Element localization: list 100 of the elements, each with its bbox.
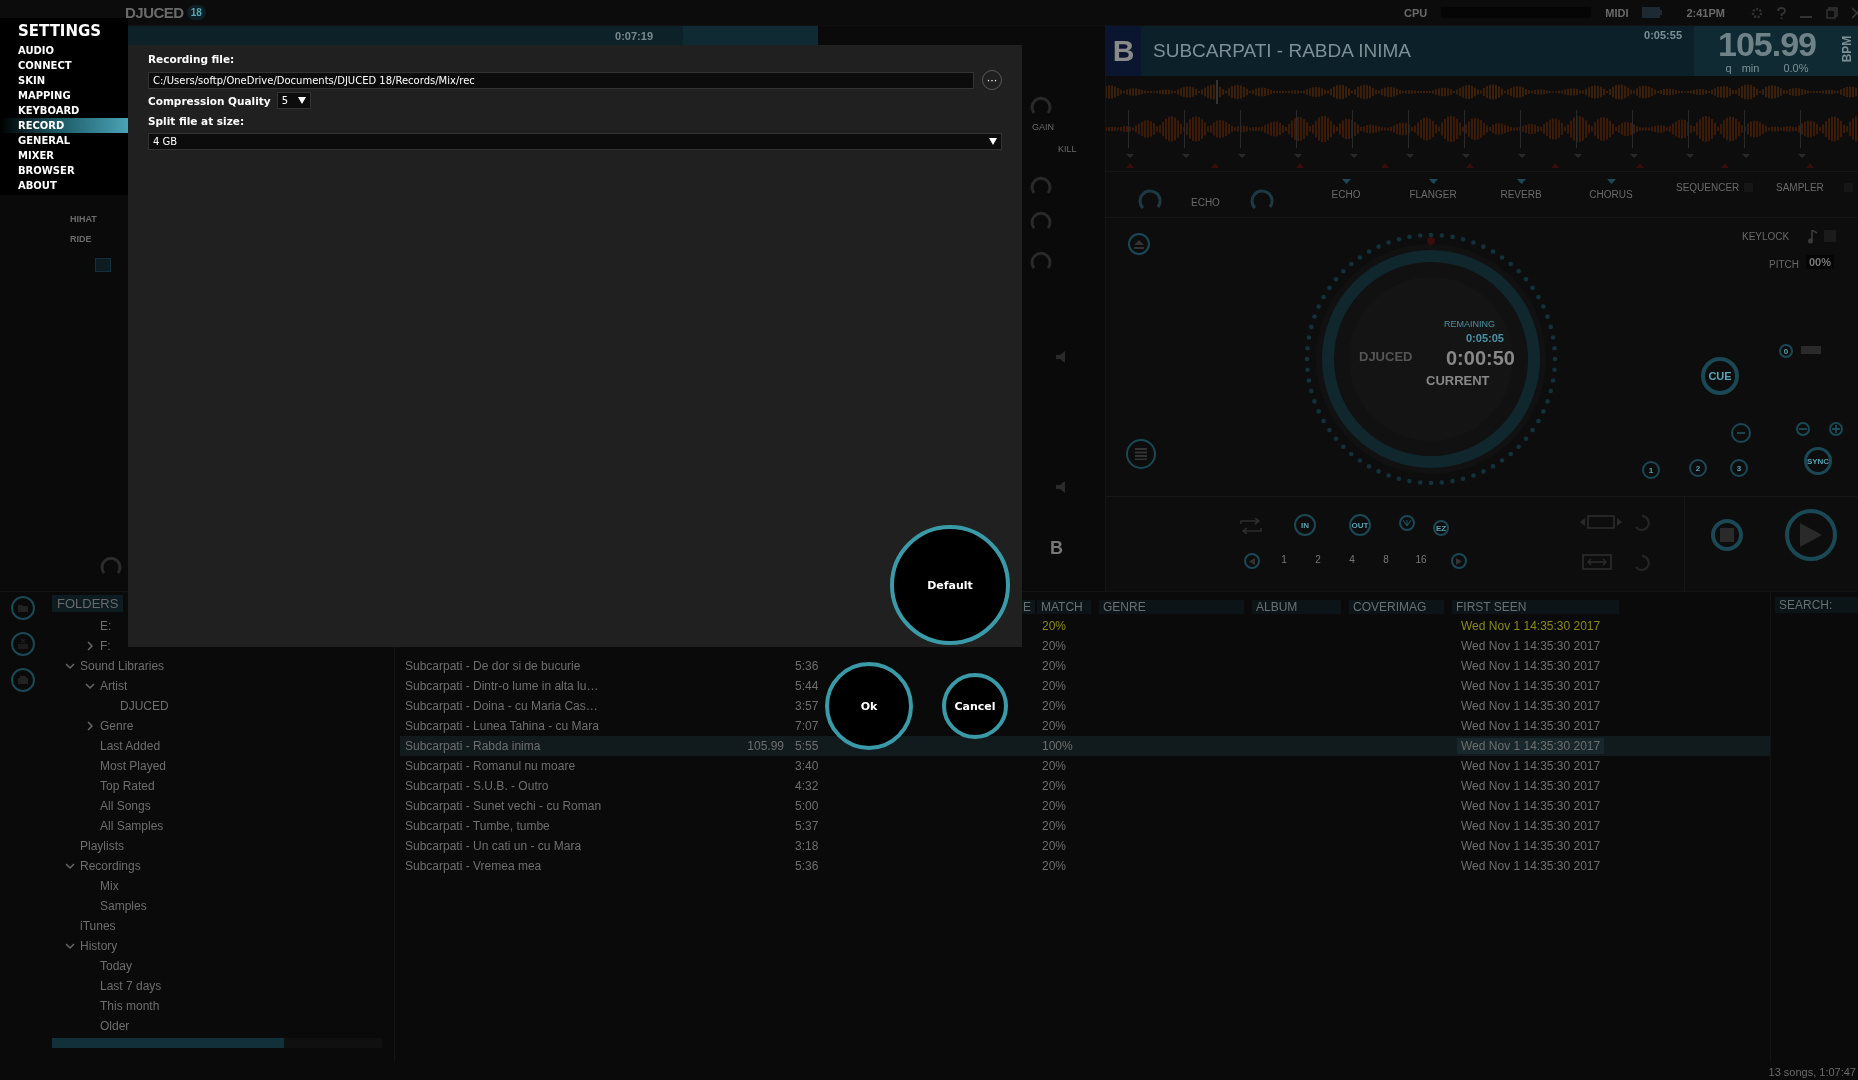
chevron-down-icon[interactable] bbox=[65, 661, 75, 671]
dropdown-arrow-icon[interactable] bbox=[1342, 179, 1351, 184]
stop-button[interactable] bbox=[1711, 519, 1743, 551]
tree-item[interactable]: E: bbox=[100, 619, 112, 633]
column-header[interactable]: MATCH bbox=[1037, 600, 1091, 614]
rotate-icon[interactable] bbox=[1632, 553, 1652, 573]
pad-label[interactable]: HIHAT bbox=[70, 214, 97, 224]
tree-item[interactable]: Recordings bbox=[80, 859, 141, 873]
waveform-detail[interactable] bbox=[1106, 108, 1858, 150]
loop-roll-button[interactable] bbox=[1399, 515, 1415, 531]
remove-button[interactable] bbox=[10, 632, 35, 656]
tree-item[interactable]: Mix bbox=[100, 879, 119, 893]
restore-icon[interactable] bbox=[1826, 6, 1838, 19]
tree-item[interactable]: F: bbox=[100, 639, 111, 653]
menu-item[interactable]: RECORD bbox=[0, 118, 128, 133]
tree-item[interactable]: Most Played bbox=[100, 759, 167, 773]
pad-label[interactable]: RIDE bbox=[70, 234, 92, 244]
tree-item[interactable]: This month bbox=[100, 999, 160, 1013]
tree-item[interactable]: History bbox=[80, 939, 118, 953]
date-cell[interactable]: Wed Nov 1 14:35:30 2017 bbox=[1457, 618, 1605, 634]
next-button[interactable] bbox=[1451, 553, 1467, 569]
minus-button[interactable] bbox=[1731, 423, 1751, 443]
ok-button[interactable]: Ok bbox=[825, 662, 913, 750]
menu-item[interactable]: CONNECT bbox=[0, 58, 128, 73]
menu-item[interactable]: MIXER bbox=[0, 148, 128, 163]
date-cell[interactable]: Wed Nov 1 14:35:30 2017 bbox=[1457, 758, 1605, 774]
help-icon[interactable] bbox=[1777, 6, 1786, 19]
previous-button[interactable] bbox=[1244, 553, 1260, 569]
date-cell[interactable]: Wed Nov 1 14:35:30 2017 bbox=[1457, 718, 1605, 734]
loop-out-button[interactable]: OUT bbox=[1349, 514, 1371, 536]
date-cell[interactable]: Wed Nov 1 14:35:30 2017 bbox=[1457, 738, 1605, 754]
loop-icon[interactable] bbox=[1239, 518, 1263, 534]
menu-item[interactable]: ABOUT bbox=[0, 178, 128, 193]
tree-item[interactable]: Older bbox=[100, 1019, 130, 1033]
tree-item[interactable]: Artist bbox=[100, 679, 128, 693]
date-cell[interactable]: Wed Nov 1 14:35:30 2017 bbox=[1457, 858, 1605, 874]
tree-item[interactable]: Last Added bbox=[100, 739, 161, 753]
menu-item[interactable]: GENERAL bbox=[0, 133, 128, 148]
dropdown-arrow-icon[interactable] bbox=[1607, 179, 1616, 184]
column-header[interactable]: ALBUM bbox=[1252, 600, 1341, 614]
tree-item[interactable]: Last 7 days bbox=[100, 979, 162, 993]
fx-slot[interactable]: FLANGER bbox=[1389, 189, 1477, 200]
date-cell[interactable]: Wed Nov 1 14:35:30 2017 bbox=[1457, 798, 1605, 814]
loop-size-button[interactable]: 16 bbox=[1415, 554, 1427, 565]
date-cell[interactable]: Wed Nov 1 14:35:30 2017 bbox=[1457, 698, 1605, 714]
tree-item[interactable]: All Songs bbox=[100, 799, 151, 813]
pad-square[interactable] bbox=[95, 258, 111, 272]
dropdown-arrow-icon[interactable] bbox=[1429, 179, 1438, 184]
scrollbar-thumb[interactable] bbox=[52, 1038, 284, 1048]
loop-size-button[interactable]: 1 bbox=[1278, 554, 1290, 565]
minus-button[interactable] bbox=[1796, 422, 1810, 436]
chevron-right-icon[interactable] bbox=[85, 721, 95, 731]
hotcue-button[interactable]: 3 bbox=[1730, 459, 1748, 477]
pitch-reset-button[interactable]: 0 bbox=[1779, 344, 1793, 358]
date-cell[interactable]: Wed Nov 1 14:35:30 2017 bbox=[1457, 818, 1605, 834]
tree-item[interactable]: Playlists bbox=[80, 839, 124, 853]
date-cell[interactable]: Wed Nov 1 14:35:30 2017 bbox=[1457, 778, 1605, 794]
hotcue-button[interactable]: 2 bbox=[1689, 459, 1707, 477]
play-button[interactable] bbox=[1785, 509, 1837, 561]
menu-item[interactable]: KEYBOARD bbox=[0, 103, 128, 118]
tree-item[interactable]: Sound Libraries bbox=[80, 659, 165, 673]
date-cell[interactable]: Wed Nov 1 14:35:30 2017 bbox=[1457, 638, 1605, 654]
close-icon[interactable] bbox=[1852, 6, 1858, 19]
input-field[interactable]: C:/Users/softp/OneDrive/Documents/DJUCED 18/Records/Mix/rec bbox=[148, 71, 974, 89]
column-header[interactable]: COVERIMAG bbox=[1349, 600, 1444, 614]
tree-item[interactable]: DJUCED bbox=[120, 699, 169, 713]
plus-button[interactable] bbox=[1829, 422, 1843, 436]
resize-icon[interactable] bbox=[1580, 515, 1622, 529]
hotcue-button[interactable]: 1 bbox=[1642, 461, 1660, 479]
split-size-dropdown[interactable]: 4 GB bbox=[148, 133, 1002, 150]
sync-button[interactable]: SYNC bbox=[1804, 447, 1832, 475]
folder-button[interactable] bbox=[10, 596, 35, 620]
menu-item[interactable]: MAPPING bbox=[0, 88, 128, 103]
settings-icon[interactable] bbox=[1751, 6, 1763, 19]
tree-item[interactable]: Genre bbox=[100, 719, 134, 733]
drive-button[interactable] bbox=[10, 668, 35, 692]
column-header[interactable]: FIRST SEEN bbox=[1452, 600, 1619, 614]
menu-item[interactable]: AUDIO bbox=[0, 43, 128, 58]
tree-item[interactable]: Samples bbox=[100, 899, 147, 913]
tree-item[interactable]: All Samples bbox=[100, 819, 164, 833]
column-header[interactable]: GENRE bbox=[1099, 600, 1244, 614]
eject-button[interactable] bbox=[1128, 233, 1150, 255]
menu-item[interactable]: BROWSER bbox=[0, 163, 128, 178]
tree-item[interactable]: Today bbox=[100, 959, 133, 973]
fx-slot[interactable]: CHORUS bbox=[1567, 189, 1655, 200]
chevron-down-icon[interactable] bbox=[65, 861, 75, 871]
panel-tab[interactable]: FOLDERS bbox=[52, 595, 124, 612]
chevron-down-icon[interactable] bbox=[65, 941, 75, 951]
dropdown-arrow-icon[interactable] bbox=[1517, 179, 1526, 184]
chevron-down-icon[interactable] bbox=[85, 681, 95, 691]
playlist-button[interactable] bbox=[1126, 439, 1156, 469]
tree-item[interactable]: Top Rated bbox=[100, 779, 155, 793]
date-cell[interactable]: Wed Nov 1 14:35:30 2017 bbox=[1457, 678, 1605, 694]
rotate-icon[interactable] bbox=[1632, 513, 1652, 533]
tree-item[interactable]: iTunes bbox=[80, 919, 116, 933]
quality-dropdown[interactable]: 5 bbox=[276, 92, 311, 109]
pitch-fader-handle[interactable] bbox=[1801, 346, 1821, 354]
menu-item[interactable]: SKIN bbox=[0, 73, 128, 88]
move-icon[interactable] bbox=[1582, 554, 1612, 570]
date-cell[interactable]: Wed Nov 1 14:35:30 2017 bbox=[1457, 658, 1605, 674]
